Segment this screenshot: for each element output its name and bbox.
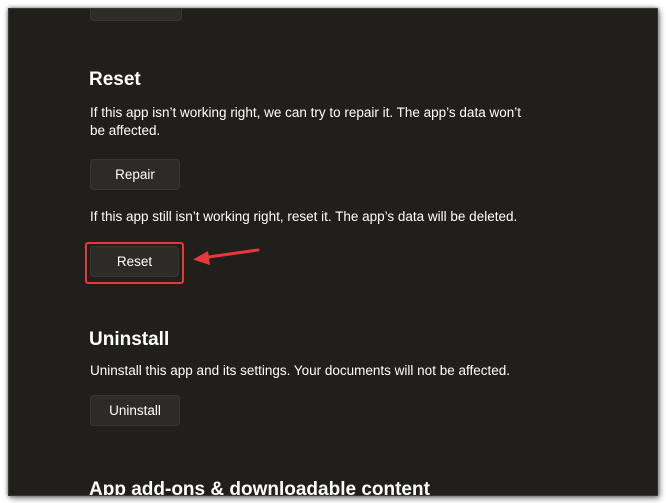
uninstall-description: Uninstall this app and its settings. You… xyxy=(90,363,511,378)
arrow-left-icon xyxy=(193,248,260,265)
repair-description: If this app isn’t working right, we can … xyxy=(90,105,521,138)
addons-heading: App add-ons & downloadable content xyxy=(89,479,430,496)
reset-button[interactable]: Reset xyxy=(90,246,179,277)
uninstall-heading: Uninstall xyxy=(89,329,170,350)
reset-description: If this app still isn’t working right, r… xyxy=(90,209,518,224)
repair-button[interactable]: Repair xyxy=(90,159,180,190)
uninstall-button[interactable]: Uninstall xyxy=(90,395,180,426)
reset-heading: Reset xyxy=(89,69,141,90)
settings-window: Reset If this app isn’t working right, w… xyxy=(8,8,658,496)
partial-button-above[interactable] xyxy=(90,9,182,21)
